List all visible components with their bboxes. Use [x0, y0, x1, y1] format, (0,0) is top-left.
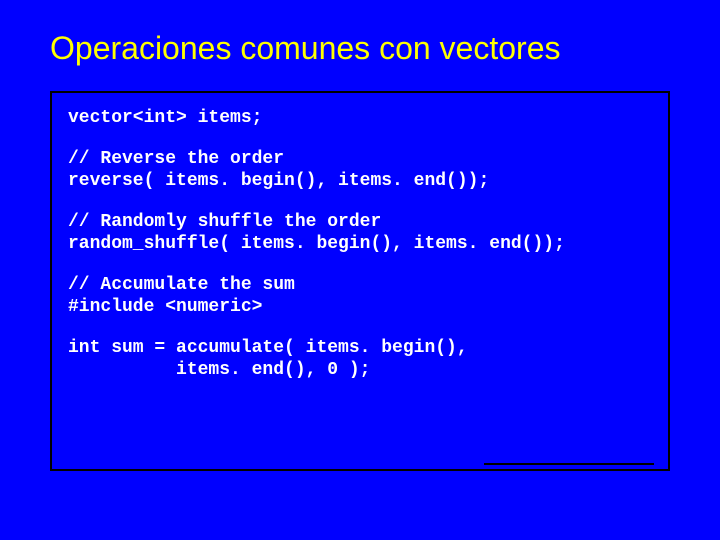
code-line: // Accumulate the sum — [68, 274, 652, 297]
slide: Operaciones comunes con vectores vector<… — [0, 0, 720, 540]
blank-line — [68, 193, 652, 211]
blank-line — [68, 319, 652, 337]
code-line: #include <numeric> — [68, 296, 652, 319]
blank-line — [68, 130, 652, 148]
code-box: vector<int> items; // Reverse the order … — [50, 91, 670, 471]
code-line: items. end(), 0 ); — [68, 359, 652, 382]
slide-title: Operaciones comunes con vectores — [50, 30, 670, 67]
code-line: reverse( items. begin(), items. end()); — [68, 170, 652, 193]
blank-line — [68, 256, 652, 274]
code-line: int sum = accumulate( items. begin(), — [68, 337, 652, 360]
code-line: random_shuffle( items. begin(), items. e… — [68, 233, 652, 256]
code-line: vector<int> items; — [68, 107, 652, 130]
code-line: // Reverse the order — [68, 148, 652, 171]
code-line: // Randomly shuffle the order — [68, 211, 652, 234]
